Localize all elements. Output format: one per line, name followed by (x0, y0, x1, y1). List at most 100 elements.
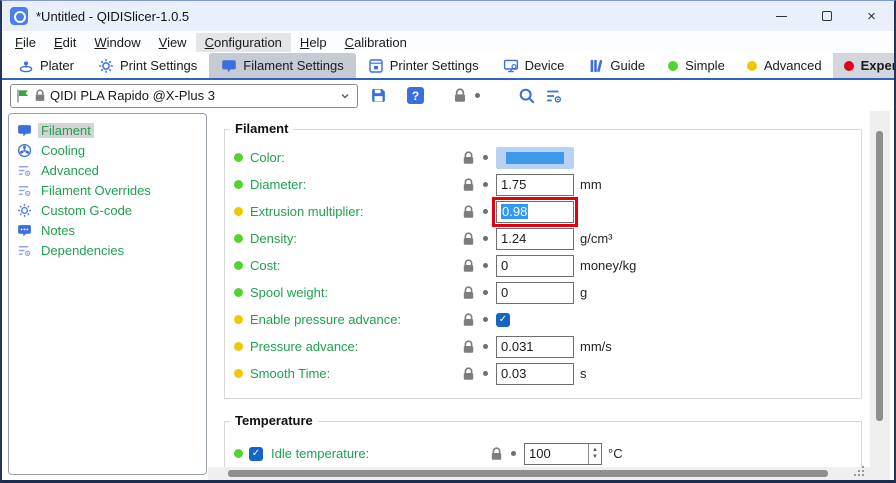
section-title: Temperature (230, 413, 318, 428)
chevron-down-icon (339, 90, 351, 102)
menu-configuration[interactable]: Configuration (196, 33, 291, 52)
search-icon (518, 87, 536, 105)
setting-label: Pressure advance: (250, 339, 462, 354)
preset-toolbar: QIDI PLA Rapido @X-Plus 3 ? (2, 80, 894, 111)
option-state-dot-icon (234, 153, 243, 162)
device-icon (503, 58, 519, 74)
help-button[interactable]: ? (407, 87, 424, 104)
check-icon: ✓ (499, 314, 507, 325)
mode-expert[interactable]: Expert (833, 53, 896, 78)
advanced-mode-dot-icon (747, 61, 757, 71)
sidebar-item-notes[interactable]: Notes (9, 220, 206, 240)
notes-icon (17, 223, 32, 238)
diameter-input[interactable]: 1.75 (496, 174, 574, 196)
smooth-time-input[interactable]: 0.03 (496, 363, 574, 385)
option-state-dot-icon (234, 288, 243, 297)
tab-print-settings[interactable]: Print Settings (86, 53, 209, 78)
lock-control[interactable] (462, 367, 488, 381)
lock-icon (462, 340, 475, 354)
lock-control[interactable] (462, 259, 488, 273)
menu-file[interactable]: File (6, 33, 45, 52)
horizontal-scrollbar[interactable] (208, 467, 870, 480)
preset-combobox[interactable]: QIDI PLA Rapido @X-Plus 3 (10, 84, 358, 108)
lock-control[interactable] (462, 205, 488, 219)
fan-icon (17, 143, 32, 158)
sidebar-item-filament-overrides[interactable]: Filament Overrides (9, 180, 206, 200)
revert-dot-icon (483, 155, 488, 160)
menu-window[interactable]: Window (85, 33, 149, 52)
save-preset-button[interactable] (370, 87, 387, 104)
vertical-scrollbar-thumb[interactable] (876, 131, 883, 421)
revert-dot-icon (483, 209, 488, 214)
idle-temperature-checkbox[interactable]: ✓ (249, 447, 263, 461)
gear-icon (98, 58, 114, 74)
setting-row-enable-pressure-advance: Enable pressure advance: ✓ (225, 306, 861, 333)
close-button[interactable]: × (849, 1, 894, 31)
setting-label: Cost: (250, 258, 462, 273)
minimize-icon (776, 16, 787, 17)
lock-control[interactable] (462, 313, 488, 327)
spin-down-icon: ▼ (592, 454, 598, 461)
sidebar-item-cooling[interactable]: Cooling (9, 140, 206, 160)
lock-control[interactable] (462, 151, 488, 165)
pressure-advance-input[interactable]: 0.031 (496, 336, 574, 358)
setting-label: Enable pressure advance: (250, 312, 462, 327)
sidebar-item-custom-gcode[interactable]: Custom G-code (9, 200, 206, 220)
vertical-scrollbar[interactable] (870, 111, 890, 480)
enable-pressure-advance-checkbox[interactable]: ✓ (496, 313, 510, 327)
color-picker-field[interactable] (496, 147, 574, 169)
lock-control[interactable] (490, 447, 516, 461)
lock-control[interactable] (462, 178, 488, 192)
menu-calibration[interactable]: Calibration (336, 33, 416, 52)
cost-input[interactable]: 0 (496, 255, 574, 277)
resize-grip-icon[interactable] (854, 474, 856, 476)
unit-label: °C (608, 446, 623, 461)
lock-icon (462, 367, 475, 381)
minimize-button[interactable] (759, 1, 804, 31)
sidebar-item-advanced[interactable]: Advanced (9, 160, 206, 180)
filament-section: Filament Color: Diameter: 1.75 mm Extrus… (224, 129, 862, 399)
list-gear-icon (545, 87, 563, 105)
mode-simple[interactable]: Simple (657, 53, 736, 78)
option-state-dot-icon (234, 207, 243, 216)
spool-weight-input[interactable]: 0 (496, 282, 574, 304)
setting-label: Diameter: (250, 177, 462, 192)
list-gear-icon (17, 243, 32, 258)
mode-advanced[interactable]: Advanced (736, 53, 833, 78)
lock-icon (490, 447, 503, 461)
menu-view[interactable]: View (150, 33, 196, 52)
sidebar-item-filament[interactable]: Filament (9, 120, 206, 140)
setting-row-idle-temperature: ✓ Idle temperature: 100 ▲▼ °C (225, 440, 861, 467)
filament-icon (17, 123, 32, 138)
unit-label: mm/s (580, 339, 612, 354)
option-state-dot-icon (234, 369, 243, 378)
compare-settings-button[interactable] (545, 87, 563, 105)
printer-icon (368, 58, 384, 74)
expert-mode-dot-icon (844, 61, 854, 71)
density-input[interactable]: 1.24 (496, 228, 574, 250)
sidebar-item-dependencies[interactable]: Dependencies (9, 240, 206, 260)
menu-edit[interactable]: Edit (45, 33, 85, 52)
section-title: Filament (230, 121, 293, 136)
maximize-button[interactable] (804, 1, 849, 31)
revert-dot-icon (483, 344, 488, 349)
unit-label: mm (580, 177, 602, 192)
extrusion-multiplier-input[interactable]: 0.98 (496, 201, 574, 223)
horizontal-scrollbar-thumb[interactable] (228, 470, 828, 477)
idle-temperature-input[interactable]: 100 ▲▼ (524, 443, 602, 465)
tab-printer-settings[interactable]: Printer Settings (356, 53, 491, 78)
preset-lock-icon (34, 89, 46, 102)
spinner-control[interactable]: ▲▼ (588, 444, 601, 464)
tab-filament-settings[interactable]: Filament Settings (209, 53, 355, 78)
tab-guide[interactable]: Guide (576, 53, 657, 78)
tab-plater[interactable]: Plater (6, 53, 86, 78)
lock-icon (462, 286, 475, 300)
lock-control[interactable] (462, 340, 488, 354)
lock-control[interactable] (462, 232, 488, 246)
tab-device[interactable]: Device (491, 53, 577, 78)
preset-name: QIDI PLA Rapido @X-Plus 3 (50, 88, 335, 103)
lock-preset-values-control[interactable] (453, 88, 480, 103)
lock-control[interactable] (462, 286, 488, 300)
menu-help[interactable]: Help (291, 33, 336, 52)
search-button[interactable] (518, 87, 536, 105)
